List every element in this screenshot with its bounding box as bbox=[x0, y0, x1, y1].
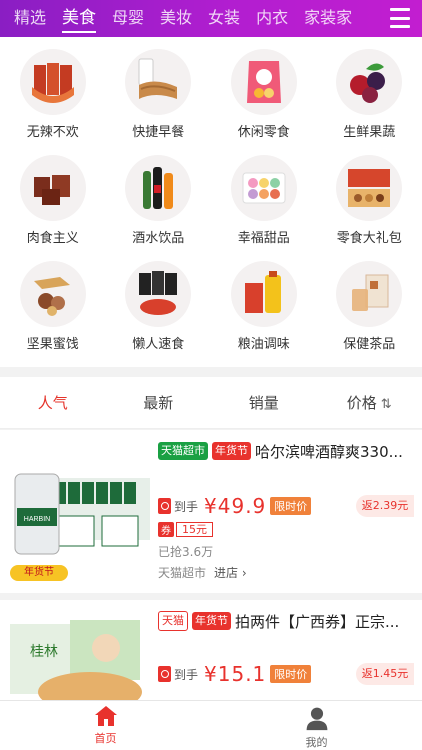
category-label: 保健茶品 bbox=[343, 337, 396, 352]
instant-noodle-icon bbox=[125, 261, 192, 327]
daoshou-label: 到手 bbox=[174, 667, 199, 682]
category-label: 生鲜果蔬 bbox=[343, 125, 396, 140]
category-label: 休闲零食 bbox=[237, 125, 290, 140]
enter-shop-link[interactable]: 进店 › bbox=[214, 564, 247, 581]
menu-icon[interactable] bbox=[390, 8, 410, 28]
category-item[interactable]: 快捷早餐 bbox=[106, 49, 212, 155]
rebate-badge: 返1.45元 bbox=[356, 663, 414, 685]
tab-meishi[interactable]: 美食 bbox=[54, 0, 104, 37]
spicy-jerky-icon bbox=[19, 49, 86, 115]
product-info: 天猫 年货节 拍两件【广西券】正宗... 到手 ¥15.1 限时价 返1.45元 bbox=[158, 610, 414, 686]
coupon-icon bbox=[158, 666, 171, 682]
final-price: ¥15.1 bbox=[204, 662, 267, 686]
nianhuo-badge: 年货节 bbox=[192, 612, 231, 630]
sort-bar: 人气 最新 销量 价格 ⇅ bbox=[0, 377, 422, 429]
category-label: 零食大礼包 bbox=[336, 231, 402, 246]
tab-muying[interactable]: 母婴 bbox=[104, 0, 152, 37]
product-info: 天猫超市 年货节 哈尔滨啤酒醇爽330... 到手 ¥49.9 限时价 返2.3… bbox=[158, 440, 414, 581]
macaron-icon bbox=[230, 155, 297, 221]
nianhuo-badge: 年货节 bbox=[212, 442, 251, 460]
oil-rice-icon bbox=[230, 261, 297, 327]
product-title-row: 天猫超市 年货节 哈尔滨啤酒醇爽330... bbox=[158, 440, 414, 462]
tab-jiazhuang[interactable]: 家装家 bbox=[296, 0, 360, 37]
category-grid: 无辣不欢 快捷早餐 休闲零食 生鲜果蔬 肉食主义 酒水饮品 幸福甜品 零食大礼包… bbox=[0, 37, 422, 367]
category-item[interactable]: 懒人速食 bbox=[106, 261, 212, 367]
product-title: 哈尔滨啤酒醇爽330... bbox=[255, 442, 403, 461]
daoshou-label: 到手 bbox=[174, 499, 199, 514]
nav-home[interactable]: 首页 bbox=[0, 701, 211, 750]
category-item[interactable]: 幸福甜品 bbox=[211, 155, 317, 261]
category-label: 快捷早餐 bbox=[132, 125, 185, 140]
product-title: 拍两件【广西券】正宗... bbox=[235, 612, 400, 631]
category-label: 坚果蜜饯 bbox=[26, 337, 79, 352]
category-item[interactable]: 休闲零食 bbox=[211, 49, 317, 155]
category-label: 酒水饮品 bbox=[132, 231, 185, 246]
category-item[interactable]: 坚果蜜饯 bbox=[0, 261, 106, 367]
product-image: 桂林 bbox=[10, 614, 155, 700]
svg-text:桂林: 桂林 bbox=[30, 644, 58, 660]
sold-count: 已抢3.6万 bbox=[158, 545, 214, 559]
tmall-supermarket-badge: 天猫超市 bbox=[158, 442, 208, 460]
sort-sales[interactable]: 销量 bbox=[211, 392, 317, 413]
bread-milk-icon bbox=[125, 49, 192, 115]
shop-name: 天猫超市 bbox=[158, 566, 207, 580]
tab-neiyi[interactable]: 内衣 bbox=[248, 0, 296, 37]
fresh-fruit-icon bbox=[336, 49, 403, 115]
snack-bag-icon bbox=[230, 49, 297, 115]
tabs-scroller[interactable]: 精选 美食 母婴 美妆 女装 内衣 家装家 bbox=[0, 0, 384, 37]
sort-price[interactable]: 价格 ⇅ bbox=[317, 392, 422, 413]
coupon-value: 15元 bbox=[176, 522, 213, 537]
coupon-tag: 券 bbox=[158, 522, 174, 537]
nuts-icon bbox=[19, 261, 86, 327]
category-item[interactable]: 生鲜果蔬 bbox=[317, 49, 422, 155]
nianhuo-stamp: 年货节 bbox=[10, 565, 68, 581]
category-tab-bar: 精选 美食 母婴 美妆 女装 内衣 家装家 bbox=[0, 0, 422, 37]
category-item[interactable]: 无辣不欢 bbox=[0, 49, 106, 155]
price-row: 到手 ¥15.1 限时价 返1.45元 bbox=[158, 662, 414, 686]
category-item[interactable]: 保健茶品 bbox=[317, 261, 422, 367]
category-item[interactable]: 零食大礼包 bbox=[317, 155, 422, 261]
nav-mine-label: 我的 bbox=[305, 736, 328, 749]
tab-jingxuan[interactable]: 精选 bbox=[6, 0, 54, 37]
sort-price-label: 价格 bbox=[346, 394, 377, 412]
product-card[interactable]: HARBIN 年货节 天猫超市 年货节 哈尔滨啤酒醇爽330... 到手 ¥49… bbox=[0, 430, 422, 593]
meat-icon bbox=[19, 155, 86, 221]
category-item[interactable]: 酒水饮品 bbox=[106, 155, 212, 261]
tab-nvzhuang[interactable]: 女装 bbox=[200, 0, 248, 37]
tea-icon bbox=[336, 261, 403, 327]
category-label: 懒人速食 bbox=[132, 337, 185, 352]
category-label: 肉食主义 bbox=[26, 231, 79, 246]
nav-home-label: 首页 bbox=[94, 732, 117, 745]
category-label: 无辣不欢 bbox=[26, 125, 79, 140]
app-root: 精选 美食 母婴 美妆 女装 内衣 家装家 无辣不欢 快捷早餐 休闲零食 生鲜果… bbox=[0, 0, 422, 750]
tmall-badge: 天猫 bbox=[158, 611, 188, 631]
sort-newest[interactable]: 最新 bbox=[106, 392, 212, 413]
category-label: 粮油调味 bbox=[237, 337, 290, 352]
limited-price-tag: 限时价 bbox=[270, 497, 312, 515]
price-row: 到手 ¥49.9 限时价 返2.39元 bbox=[158, 494, 414, 518]
user-icon bbox=[306, 707, 327, 731]
coupon-icon bbox=[158, 498, 171, 514]
final-price: ¥49.9 bbox=[204, 494, 267, 518]
home-icon bbox=[94, 706, 117, 726]
shop-row: 天猫超市 进店 › bbox=[158, 564, 414, 581]
sort-arrow-icon: ⇅ bbox=[380, 397, 392, 412]
product-card[interactable]: 桂林 天猫 年货节 拍两件【广西券】正宗... 到手 ¥15.1 限时价 返1.… bbox=[0, 600, 422, 700]
product-title-row: 天猫 年货节 拍两件【广西券】正宗... bbox=[158, 610, 414, 632]
gift-box-icon bbox=[336, 155, 403, 221]
rebate-badge: 返2.39元 bbox=[356, 495, 414, 517]
coupon-row: 券 15元 bbox=[158, 522, 414, 537]
bottom-nav: 首页 我的 bbox=[0, 700, 422, 750]
nav-mine[interactable]: 我的 bbox=[211, 701, 422, 750]
category-item[interactable]: 肉食主义 bbox=[0, 155, 106, 261]
tab-meizhuang[interactable]: 美妆 bbox=[152, 0, 200, 37]
sort-popular[interactable]: 人气 bbox=[0, 392, 106, 413]
svg-text:HARBIN: HARBIN bbox=[24, 516, 50, 523]
drinks-icon bbox=[125, 155, 192, 221]
limited-price-tag: 限时价 bbox=[270, 665, 312, 683]
category-label: 幸福甜品 bbox=[237, 231, 290, 246]
category-item[interactable]: 粮油调味 bbox=[211, 261, 317, 367]
